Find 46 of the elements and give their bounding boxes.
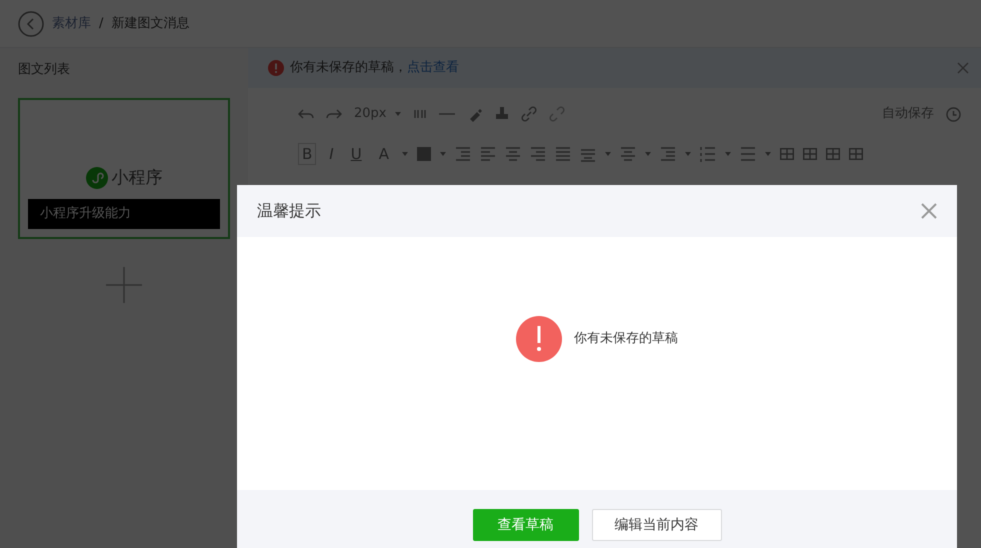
dialog-title: 温馨提示 (257, 200, 321, 222)
table-icon[interactable] (780, 148, 794, 160)
caret-icon (724, 152, 731, 156)
undo-icon[interactable] (298, 107, 314, 121)
view-draft-button[interactable]: 查看草稿 (472, 509, 578, 541)
logo-text: 小程序 (112, 166, 162, 190)
align-left-icon[interactable] (480, 146, 496, 162)
warning-icon (268, 60, 284, 76)
caret-icon (644, 152, 651, 156)
unlink-icon[interactable] (548, 106, 564, 122)
stamp-icon[interactable] (494, 106, 508, 122)
paragraph-spacing-icon[interactable] (620, 146, 636, 162)
mini-program-logo-icon (86, 167, 108, 190)
link-icon[interactable] (520, 106, 536, 122)
article-card[interactable]: 小程序 小程序升级能力 (18, 98, 230, 238)
align-right-icon[interactable] (530, 146, 546, 162)
close-icon[interactable] (957, 62, 969, 74)
background-color-icon[interactable] (416, 147, 431, 161)
caret-icon (402, 152, 408, 156)
close-icon (921, 203, 937, 219)
warning-icon (516, 316, 562, 362)
edit-current-button[interactable]: 编辑当前内容 (592, 509, 722, 541)
justify-icon[interactable] (554, 146, 571, 162)
dialog-message: 你有未保存的草稿 (574, 330, 678, 348)
add-icon[interactable] (106, 266, 142, 302)
bulleted-list-icon[interactable] (740, 146, 756, 162)
article-caption: 小程序升级能力 (28, 199, 220, 228)
sidebar-title: 图文列表 (18, 61, 71, 79)
breadcrumb-separator: / (99, 14, 104, 33)
divider-line-icon[interactable] (438, 112, 454, 116)
close-button[interactable] (921, 203, 937, 219)
caret-icon (684, 152, 691, 156)
caret-icon (394, 112, 400, 116)
back-icon[interactable] (18, 10, 44, 36)
align-center-icon[interactable] (504, 146, 521, 162)
indent-spacing-icon[interactable] (660, 146, 676, 162)
caret-icon (440, 152, 446, 156)
caret-icon (604, 152, 611, 156)
redo-icon[interactable] (326, 107, 342, 121)
notice-text: 你有未保存的草稿，点击查看 (290, 59, 459, 78)
view-draft-link[interactable]: 点击查看 (407, 60, 459, 76)
breadcrumb-current: 新建图文消息 (111, 14, 190, 33)
caret-icon (764, 152, 771, 156)
indent-icon[interactable] (454, 146, 471, 162)
numbered-list-icon[interactable] (700, 146, 716, 162)
clock-icon[interactable] (946, 106, 961, 122)
